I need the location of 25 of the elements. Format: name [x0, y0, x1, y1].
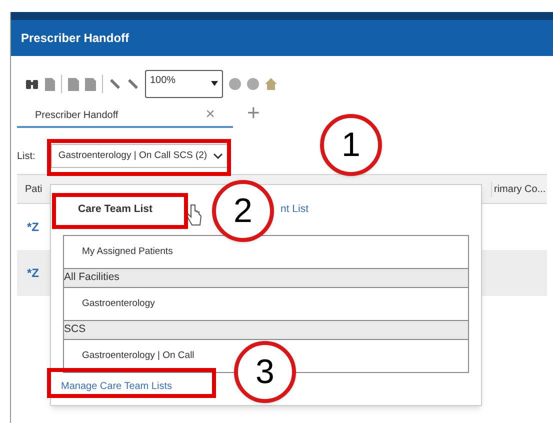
- column-header[interactable]: rimary Co...: [491, 182, 546, 196]
- list-label: List:: [17, 150, 36, 164]
- callout-number: 1: [320, 114, 382, 176]
- close-button[interactable]: ×: [206, 107, 215, 123]
- group-header: All Facilities: [64, 268, 468, 288]
- page-icon[interactable]: [45, 78, 55, 90]
- circle-icon[interactable]: [247, 78, 259, 90]
- window-title: Prescriber Handoff: [21, 30, 130, 47]
- zoom-dropdown[interactable]: 100%: [145, 70, 223, 98]
- home-icon[interactable]: [265, 78, 277, 90]
- patient-name: *Z: [27, 265, 39, 282]
- add-tab-button[interactable]: +: [247, 102, 260, 124]
- tab[interactable]: Prescriber Handoff ×: [17, 104, 233, 128]
- list-tab[interactable]: nt List: [280, 202, 309, 218]
- page-icon[interactable]: [68, 78, 79, 90]
- column-header[interactable]: Pati: [25, 182, 42, 196]
- patient-name: *Z: [27, 219, 39, 236]
- manage-link[interactable]: Manage Care Team Lists: [61, 379, 172, 394]
- group-header: SCS: [64, 320, 468, 340]
- circle-icon[interactable]: [229, 78, 241, 90]
- page-icon[interactable]: [85, 78, 96, 90]
- caret-icon: [211, 81, 218, 86]
- list-tab[interactable]: Care Team List: [78, 202, 152, 218]
- cursor-icon: [186, 204, 202, 226]
- chevron-icon: [213, 153, 224, 159]
